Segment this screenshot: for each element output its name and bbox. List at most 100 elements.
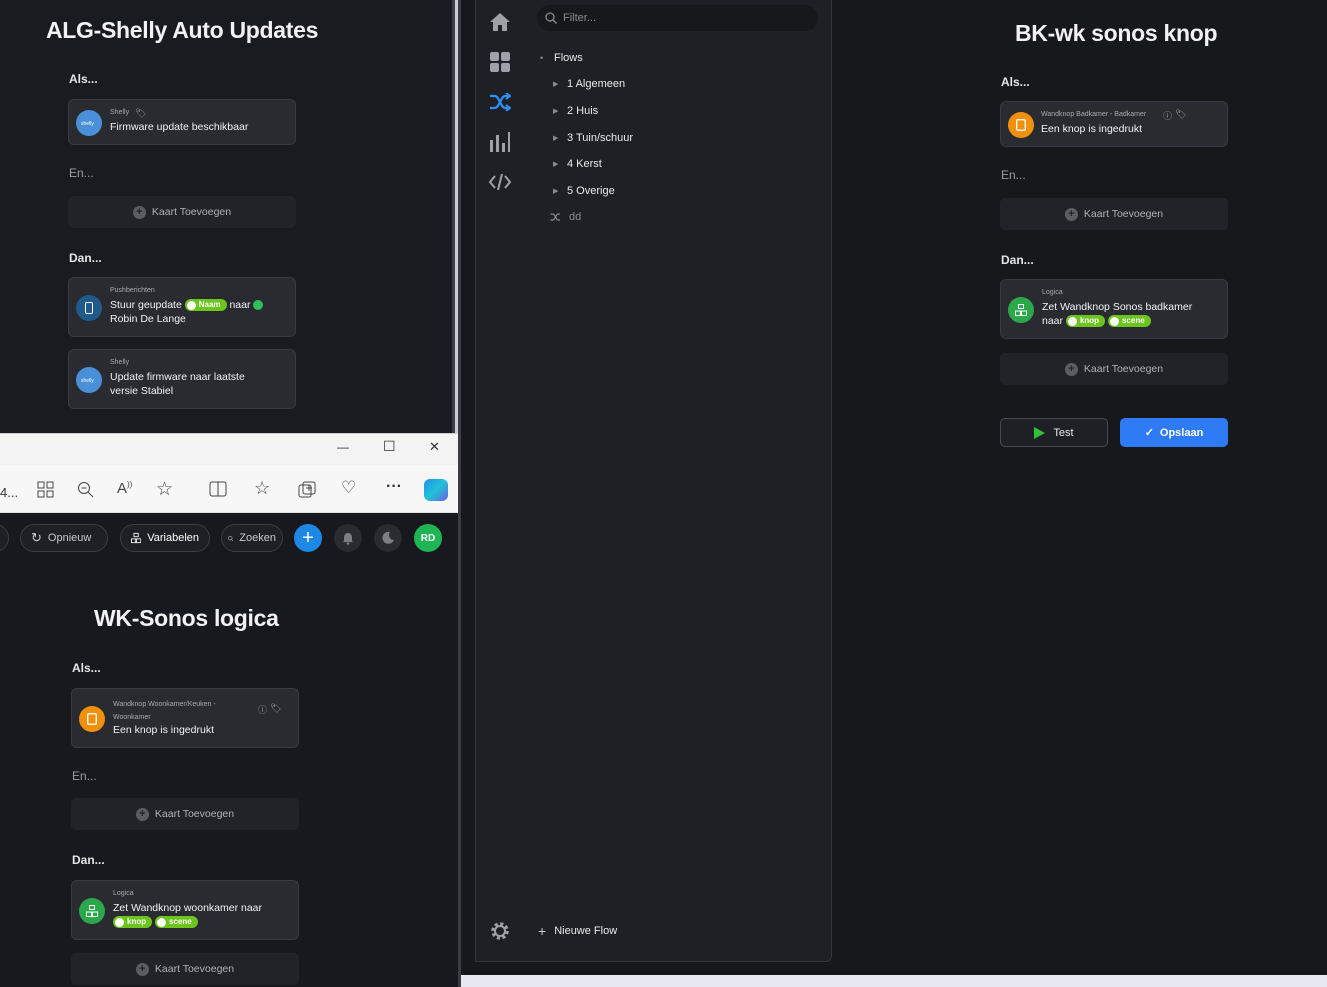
- plus-icon: +: [538, 923, 547, 939]
- plus-icon: +: [135, 962, 149, 976]
- avatar[interactable]: RD: [414, 524, 442, 552]
- test-button[interactable]: Test: [1000, 418, 1108, 447]
- dan-label: Dan...: [1001, 253, 1034, 267]
- pill-label: scene: [1121, 316, 1145, 326]
- refresh-button[interactable]: ↻ Opnieuw: [20, 524, 108, 552]
- plus-icon: +: [1064, 362, 1078, 376]
- card-text-a: Zet Wandknop Sonos badkamer: [1042, 301, 1193, 313]
- more-icon[interactable]: ···: [386, 478, 402, 496]
- user-dot-icon: [253, 300, 264, 311]
- caret-right-icon: ▶: [553, 161, 559, 168]
- add-card-label: Kaart Toevoegen: [1083, 363, 1164, 375]
- tree-folder-1[interactable]: ▶ 1 Algemeen: [553, 78, 625, 90]
- action-card-logic[interactable]: Logica Zet Wandknop woonkamer naar knop …: [71, 880, 299, 940]
- insights-icon[interactable]: [488, 130, 512, 154]
- action-card-logic[interactable]: Logica Zet Wandknop Sonos badkamer naar …: [1000, 279, 1228, 339]
- health-icon[interactable]: ♡: [341, 478, 356, 498]
- card-text: Een knop is ingedrukt: [113, 724, 214, 736]
- copilot-icon[interactable]: [424, 479, 448, 501]
- flow-tree-panel: [523, 0, 832, 962]
- search-icon: [228, 535, 234, 541]
- als-label: Als...: [1001, 75, 1030, 89]
- new-flow-button[interactable]: + Nieuwe Flow: [538, 923, 617, 939]
- card-text: Update firmware naar laatste versie Stab…: [110, 371, 245, 397]
- add-card-button[interactable]: + Kaart Toevoegen: [71, 953, 299, 985]
- tree-folder-2[interactable]: ▶ 2 Huis: [553, 105, 598, 117]
- favorites-icon[interactable]: ☆: [254, 478, 270, 499]
- als-label: Als...: [72, 661, 101, 675]
- add-card-button[interactable]: + Kaart Toevoegen: [1000, 198, 1228, 230]
- test-label: Test: [1053, 426, 1074, 439]
- info-icon[interactable]: ⓘ: [258, 703, 267, 716]
- tree-label: 3 Tuin/schuur: [567, 132, 634, 144]
- favorite-icon[interactable]: ☆: [156, 478, 173, 501]
- browser-window: — ☐ ✕ 4... A)) ☆ ☆ ♡ ··· ↻ Opnieuw Varia…: [0, 433, 458, 987]
- save-label: Opslaan: [1159, 426, 1204, 439]
- dan-label: Dan...: [69, 251, 102, 265]
- split-screen-icon[interactable]: [209, 481, 227, 502]
- settings-icon[interactable]: [488, 919, 512, 943]
- card-text: Stuur geupdate Naam naar Robin De Lange: [110, 298, 290, 326]
- tree-root-flows[interactable]: • Flows: [540, 52, 583, 64]
- devices-icon[interactable]: [488, 50, 512, 74]
- filter-box[interactable]: Filter...: [537, 5, 818, 31]
- save-button[interactable]: ✓ Opslaan: [1120, 418, 1228, 447]
- read-aloud-icon[interactable]: A)): [117, 480, 132, 497]
- tree-label: 5 Overige: [567, 185, 615, 197]
- dan-label: Dan...: [72, 853, 105, 867]
- caret-icon: •: [540, 53, 544, 63]
- card-text-a: Zet Wandknop woonkamer naar: [113, 902, 263, 914]
- tree-folder-4[interactable]: ▶ 4 Kerst: [553, 158, 602, 170]
- action-card-push[interactable]: Pushberichten Stuur geupdate Naam naar R…: [68, 277, 296, 337]
- minimize-button[interactable]: —: [337, 440, 349, 454]
- tag-icon: 🏷: [135, 108, 147, 118]
- add-card-button[interactable]: + Kaart Toevoegen: [68, 196, 296, 228]
- tree-folder-5[interactable]: ▶ 5 Overige: [553, 185, 615, 197]
- page-title: WK-Sonos logica: [94, 605, 279, 631]
- variables-button[interactable]: Variabelen: [120, 524, 210, 552]
- caret-right-icon: ▶: [553, 188, 559, 195]
- theme-toggle-button[interactable]: [374, 524, 402, 552]
- maximize-button[interactable]: ☐: [383, 438, 396, 455]
- filter-input[interactable]: Filter...: [563, 12, 596, 24]
- desktop-strip: [461, 975, 1327, 987]
- logic-icon: [79, 898, 105, 924]
- trigger-card[interactable]: shelly Shelly 🏷 Firmware update beschikb…: [68, 99, 296, 145]
- add-card-label: Kaart Toevoegen: [154, 808, 235, 820]
- new-flow-label: Nieuwe Flow: [554, 925, 618, 937]
- card-category: Logica: [113, 890, 134, 897]
- card-category: Shelly: [110, 109, 130, 116]
- add-card-button[interactable]: + Kaart Toevoegen: [71, 798, 299, 830]
- zoom-out-icon[interactable]: [77, 481, 94, 503]
- add-card-button[interactable]: + Kaart Toevoegen: [1000, 353, 1228, 385]
- app-toolbar: ↻ Opnieuw Variabelen Zoeken + RD: [0, 513, 458, 563]
- pill-label: knop: [127, 917, 147, 927]
- check-icon: ✓: [1144, 427, 1154, 439]
- wall-button-icon: [79, 706, 105, 732]
- tree-folder-3[interactable]: ▶ 3 Tuin/schuur: [553, 132, 633, 144]
- caret-right-icon: ▶: [553, 135, 559, 142]
- home-icon[interactable]: [488, 10, 512, 34]
- close-button[interactable]: ✕: [429, 439, 440, 455]
- add-button[interactable]: +: [294, 524, 322, 552]
- token-pill: knop: [113, 916, 153, 929]
- flows-icon[interactable]: [488, 90, 512, 114]
- tree-label: Flows: [554, 52, 583, 64]
- apps-icon[interactable]: [37, 481, 54, 503]
- info-icon[interactable]: ⓘ: [1163, 109, 1172, 122]
- collections-icon[interactable]: [298, 481, 316, 503]
- phone-icon: [76, 295, 102, 321]
- notifications-button[interactable]: [334, 524, 362, 552]
- card-category: Logica: [1042, 289, 1063, 296]
- action-card-shelly[interactable]: shelly Shelly Update firmware naar laats…: [68, 349, 296, 409]
- tree-flow-dd[interactable]: dd: [550, 211, 581, 223]
- caret-right-icon: ▶: [553, 81, 559, 88]
- trigger-card[interactable]: Wandknop Badkamer - Badkamer ⓘ 🏷 Een kno…: [1000, 101, 1228, 147]
- search-box[interactable]: Zoeken: [221, 524, 283, 552]
- search-input[interactable]: Zoeken: [239, 532, 276, 544]
- logic-icon: [1008, 297, 1034, 323]
- partial-button[interactable]: [0, 524, 9, 552]
- flow-shuffle-icon: [550, 213, 560, 221]
- trigger-card[interactable]: Wandknop Woonkamer/Keuken - Woonkamer ⓘ …: [71, 688, 299, 748]
- code-icon[interactable]: [488, 170, 512, 194]
